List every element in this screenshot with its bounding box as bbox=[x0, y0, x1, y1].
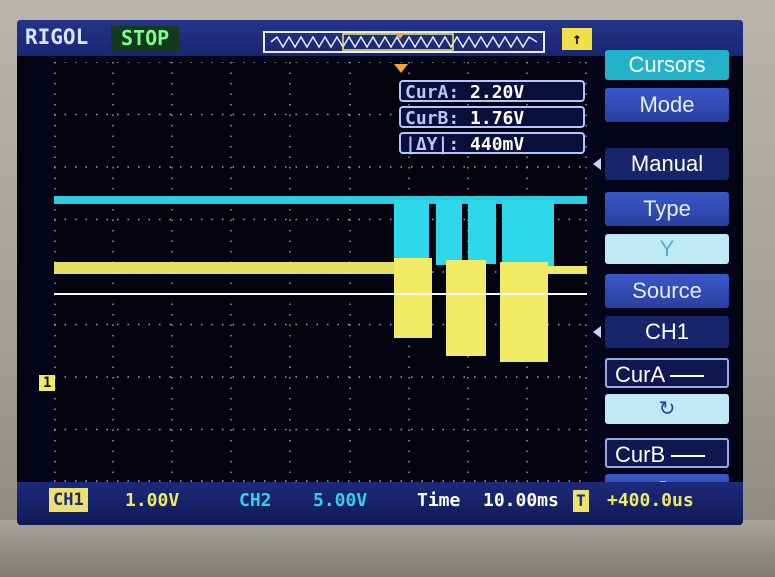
mode-button[interactable]: Mode bbox=[605, 88, 729, 122]
memory-depth-bar bbox=[263, 31, 545, 53]
cur-b-label: CurB bbox=[615, 442, 666, 467]
menu-title: Cursors bbox=[605, 50, 729, 80]
ch1-ground-marker[interactable]: 1 bbox=[39, 375, 56, 391]
ch1-scale: 1.00V bbox=[125, 490, 180, 511]
scope-screen: RIGOL STOP ↑ CurA: 2.20V CurB: 1.76V |ΔY… bbox=[17, 20, 743, 525]
cur-a-adjust-icon[interactable]: ↻ bbox=[605, 394, 729, 424]
trigger-icon: T bbox=[573, 490, 589, 512]
brand-logo: RIGOL bbox=[25, 25, 89, 49]
bottom-status-bar: CH1 1.00V CH2 5.00V Time 10.00ms T +400.… bbox=[17, 482, 743, 525]
ch2-scale: 5.00V bbox=[313, 490, 368, 511]
run-state-indicator[interactable]: STOP bbox=[111, 26, 180, 51]
cur-b-button[interactable]: CurB bbox=[605, 438, 729, 468]
time-label: Time bbox=[417, 490, 461, 511]
trigger-edge-icon: ↑ bbox=[562, 28, 592, 50]
trigger-position-marker bbox=[394, 64, 408, 73]
mode-arrow-icon bbox=[593, 158, 601, 170]
delta-y-readout: |ΔY|: 440mV bbox=[399, 132, 585, 155]
mode-value[interactable]: Manual bbox=[605, 148, 729, 180]
cur-a-line-icon bbox=[670, 375, 705, 378]
trigger-offset: +400.0us bbox=[607, 490, 694, 511]
cursor-a-label: CurA: bbox=[405, 82, 460, 103]
delta-y-value: 440mV bbox=[470, 134, 525, 155]
time-scale: 10.00ms bbox=[483, 490, 559, 511]
type-value[interactable]: Y bbox=[605, 234, 729, 264]
source-value[interactable]: CH1 bbox=[605, 316, 729, 348]
cursor-b-label: CurB: bbox=[405, 108, 460, 129]
ch1-label[interactable]: CH1 bbox=[49, 488, 88, 512]
cursor-b-value: 1.76V bbox=[470, 108, 525, 129]
cursor-menu: Cursors Mode Manual Type Y Source CH1 Cu… bbox=[593, 48, 739, 524]
delta-y-label: |ΔY|: bbox=[405, 134, 460, 155]
cursor-a-value: 2.20V bbox=[470, 82, 525, 103]
ch2-label[interactable]: CH2 bbox=[239, 490, 272, 511]
cur-b-line-icon bbox=[671, 455, 706, 458]
bezel-lower-edge bbox=[0, 520, 775, 577]
source-button[interactable]: Source bbox=[605, 274, 729, 308]
cursor-b-readout: CurB: 1.76V bbox=[399, 106, 585, 129]
cur-a-label: CurA bbox=[615, 362, 664, 387]
source-arrow-icon bbox=[593, 326, 601, 338]
cur-a-button[interactable]: CurA bbox=[605, 358, 729, 388]
memory-waveform-icon bbox=[270, 33, 538, 51]
type-button[interactable]: Type bbox=[605, 192, 729, 226]
cursor-a-readout: CurA: 2.20V bbox=[399, 80, 585, 103]
